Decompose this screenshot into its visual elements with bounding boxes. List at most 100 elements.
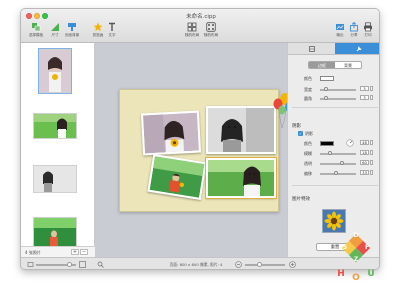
border-width-knob[interactable] [324,87,328,91]
shadow-blur-label: 模糊 [304,151,312,156]
tab-layout[interactable] [288,43,335,55]
zoom-in-icon[interactable] [289,261,296,268]
photo-count: 4 张照片 [25,250,41,255]
shadow-opacity-label: 透明 [304,161,312,166]
shadow-angle-dial[interactable] [346,139,354,147]
shadow-blur-slider[interactable] [320,153,356,155]
thumbnail-size-knob[interactable] [67,262,72,267]
shadow-distance-knob[interactable] [334,171,338,175]
random-photos-button[interactable]: 随机布局 [202,22,220,38]
border-width-field[interactable]: 3 [360,86,369,91]
photo-thumbnail[interactable] [33,113,77,139]
watermark-logo: D F S Z H O U [337,232,374,283]
shadow-opacity-slider[interactable] [320,163,356,165]
collage-photo[interactable] [206,106,276,154]
photo-thumbnail-image [34,166,76,192]
status-bar: 页面: 800 x 600 像素, 照片: 4 [21,257,379,269]
svg-text:S: S [343,244,347,251]
template-button[interactable]: 选择模板 [25,22,47,38]
divider [292,185,378,186]
collage-photo-image [149,156,205,198]
collage-photo-image [208,108,274,152]
star-icon [93,22,103,32]
title-bar: 未命名.cipp 选择模板 尺寸 页面背景 剪贴画 文字 随机布局 随机布局 输… [21,9,379,43]
svg-text:O: O [352,273,360,283]
shadow-blur-field[interactable]: 18 [360,150,369,155]
shadow-distance-slider[interactable] [320,173,356,175]
segment-background[interactable]: 背景 [335,62,361,68]
photo-thumbnail[interactable] [33,217,77,247]
tab-tools[interactable] [335,43,379,55]
app-window: 未命名.cipp 选择模板 尺寸 页面背景 剪贴画 文字 随机布局 随机布局 输… [20,8,380,270]
print-button[interactable]: 打印 [361,22,375,38]
collage-photo[interactable] [147,154,207,200]
text-button[interactable]: 文字 [105,22,119,38]
svg-text:Z: Z [354,256,359,263]
export-button[interactable]: 输出 [333,22,347,38]
shadow-blur-knob[interactable] [328,151,332,155]
shuffle-layout-icon [187,22,197,32]
effects-section-title: 图片特效 [292,197,310,202]
border-color-label: 颜色 [304,76,312,81]
sidebar-footer: 4 张照片 + − [21,246,95,257]
border-width-label: 宽度 [304,87,312,92]
collage-photo-image [143,112,199,154]
collage-photo[interactable] [140,110,202,156]
border-width-stepper[interactable] [370,86,373,91]
shadow-distance-label: 偏移 [304,171,312,176]
svg-text:D: D [354,232,359,239]
border-roundness-field[interactable]: 3 [360,95,369,100]
collage-page[interactable] [119,89,293,212]
canvas-zoom-knob[interactable] [257,262,262,267]
zoom-icon[interactable] [97,261,104,268]
border-roundness-stepper[interactable] [370,95,373,100]
photo-thumbnail-image [40,50,70,92]
share-icon [350,22,358,32]
clipart-button[interactable]: 剪贴画 [90,22,106,38]
background-icon [68,23,76,31]
size-icon [51,23,59,31]
shadow-angle-stepper[interactable] [370,140,373,145]
shadow-color-well[interactable] [320,141,334,146]
shadow-distance-field[interactable]: 33 [360,170,369,175]
photo-thumbnail[interactable] [38,48,72,94]
text-icon [109,22,115,31]
shadow-opacity-knob[interactable] [340,161,344,165]
shadow-blur-stepper[interactable] [370,150,373,155]
border-roundness-knob[interactable] [324,96,328,100]
export-icon [336,24,344,30]
svg-text:U: U [367,269,374,279]
add-photo-button[interactable]: + [71,249,79,255]
shadow-opacity-stepper[interactable] [370,160,373,165]
photo-sidebar: 4 张照片 + − [21,43,95,257]
collage-photo-image [208,160,274,196]
wrench-icon [356,46,361,52]
thumbnail-size-small-icon [27,262,34,267]
photo-thumbnail[interactable] [33,165,77,193]
shadow-color-label: 颜色 [304,141,312,146]
canvas-area [95,43,293,257]
shadow-enabled-label: 阴影 [305,131,313,136]
shadow-angle-field[interactable]: 46 [360,140,369,145]
print-icon [364,22,372,32]
shadow-checkbox[interactable]: ✓ [298,131,303,136]
shadow-section-title: 阴影 [292,124,301,129]
segment-border[interactable]: 边框 [309,62,335,68]
remove-photo-button[interactable]: − [80,249,88,255]
divider [292,107,378,108]
inspector-panel: 边框 背景 颜色 宽度 3 圆角 3 阴影 ✓ 阴影 颜色 46 模糊 18 透 [287,43,379,257]
border-color-well[interactable] [320,76,334,81]
canvas-zoom-slider[interactable] [245,264,285,266]
shuffle-photos-icon [206,22,216,32]
page-background-button[interactable]: 页面背景 [61,22,83,38]
zoom-out-icon[interactable] [235,261,242,268]
border-roundness-label: 圆角 [304,96,312,101]
thumbnail-size-large-icon [79,261,86,268]
random-layout-button[interactable]: 随机布局 [183,22,201,38]
border-background-segment[interactable]: 边框 背景 [308,61,362,69]
svg-text:H: H [337,269,345,279]
shadow-distance-stepper[interactable] [370,170,373,175]
share-button[interactable]: 分享 [347,22,361,38]
collage-photo[interactable] [205,157,277,199]
shadow-opacity-field[interactable]: 60 [360,160,369,165]
